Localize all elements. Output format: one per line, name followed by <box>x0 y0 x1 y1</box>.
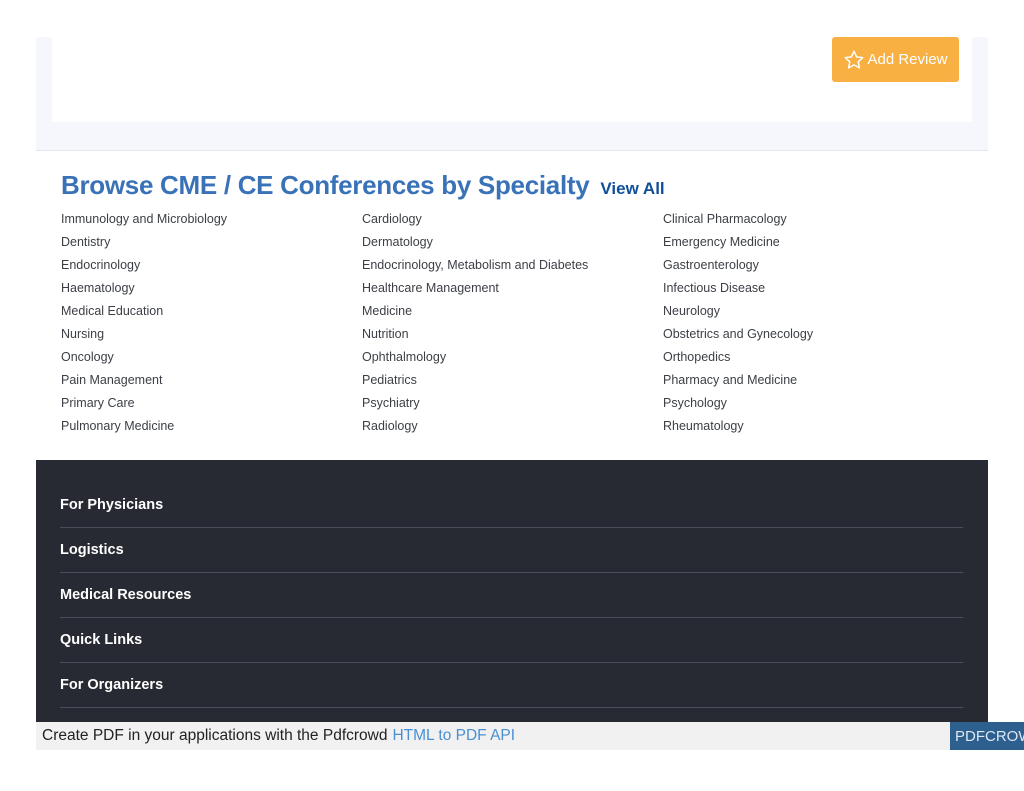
specialty-link[interactable]: Healthcare Management <box>362 279 663 302</box>
specialty-link[interactable]: Neurology <box>663 302 962 325</box>
specialty-link[interactable]: Psychology <box>663 394 962 417</box>
specialty-link[interactable]: Primary Care <box>61 394 362 417</box>
browse-title-row: Browse CME / CE Conferences by Specialty… <box>61 170 961 204</box>
specialty-link[interactable]: Nutrition <box>362 325 663 348</box>
specialty-link[interactable]: Pharmacy and Medicine <box>663 371 962 394</box>
review-card: Add Review <box>52 37 972 122</box>
specialty-link[interactable]: Pediatrics <box>362 371 663 394</box>
specialty-link[interactable]: Emergency Medicine <box>663 233 962 256</box>
star-outline-icon <box>843 49 865 71</box>
footer-section-medical-resources[interactable]: Medical Resources <box>60 573 963 618</box>
add-review-label: Add Review <box>867 51 948 68</box>
specialty-link[interactable]: Obstetrics and Gynecology <box>663 325 962 348</box>
specialty-link[interactable]: Orthopedics <box>663 348 962 371</box>
specialty-link[interactable]: Infectious Disease <box>663 279 962 302</box>
review-section: Add Review <box>36 37 988 151</box>
footer-section-for-physicians[interactable]: For Physicians <box>60 482 963 528</box>
specialty-link[interactable]: Haematology <box>61 279 362 302</box>
footer-section-label: For Physicians <box>60 496 164 513</box>
footer-section-for-organizers[interactable]: For Organizers <box>60 663 963 708</box>
specialty-link[interactable]: Pain Management <box>61 371 362 394</box>
footer-section-quick-links[interactable]: Quick Links <box>60 618 963 663</box>
specialty-grid: Immunology and Microbiology Cardiology Cli… <box>61 210 962 440</box>
footer-section-label: Logistics <box>60 542 124 558</box>
specialty-link[interactable]: Pulmonary Medicine <box>61 417 362 440</box>
footer-section-label: Quick Links <box>60 632 143 648</box>
footer-section-label: Medical Resources <box>60 587 192 603</box>
specialty-link[interactable]: Gastroenterology <box>663 256 962 279</box>
specialty-link[interactable]: Cardiology <box>362 210 663 233</box>
add-review-button[interactable]: Add Review <box>832 37 959 82</box>
pdf-banner-link[interactable]: HTML to PDF API <box>392 727 515 745</box>
browse-title: Browse CME / CE Conferences by Specialty <box>61 170 590 200</box>
footer-section-logistics[interactable]: Logistics <box>60 528 963 573</box>
footer-section-label: For Organizers <box>60 677 164 693</box>
specialty-link[interactable]: Endocrinology, Metabolism and Diabetes <box>362 256 663 279</box>
specialty-link[interactable]: Nursing <box>61 325 362 348</box>
view-all-link[interactable]: View All <box>600 179 664 199</box>
browse-specialty-section: Browse CME / CE Conferences by Specialty… <box>61 170 961 433</box>
specialty-link[interactable]: Rheumatology <box>663 417 962 440</box>
specialty-link[interactable]: Psychiatry <box>362 394 663 417</box>
specialty-link[interactable]: Radiology <box>362 417 663 440</box>
specialty-link[interactable]: Oncology <box>61 348 362 371</box>
specialty-link[interactable]: Medical Education <box>61 302 362 325</box>
specialty-link[interactable]: Ophthalmology <box>362 348 663 371</box>
footer: For Physicians Logistics Medical Resources… <box>36 460 988 722</box>
specialty-link[interactable]: Endocrinology <box>61 256 362 279</box>
specialty-link[interactable]: Immunology and Microbiology <box>61 210 362 233</box>
pdf-banner-text: Create PDF in your applications with the… <box>42 727 388 744</box>
specialty-link[interactable]: Clinical Pharmacology <box>663 210 962 233</box>
pdfcrowd-badge[interactable]: PDFCROWD <box>950 722 1024 750</box>
specialty-link[interactable]: Medicine <box>362 302 663 325</box>
specialty-link[interactable]: Dentistry <box>61 233 362 256</box>
pdf-banner: Create PDF in your applications with the… <box>36 722 1024 750</box>
specialty-link[interactable]: Dermatology <box>362 233 663 256</box>
